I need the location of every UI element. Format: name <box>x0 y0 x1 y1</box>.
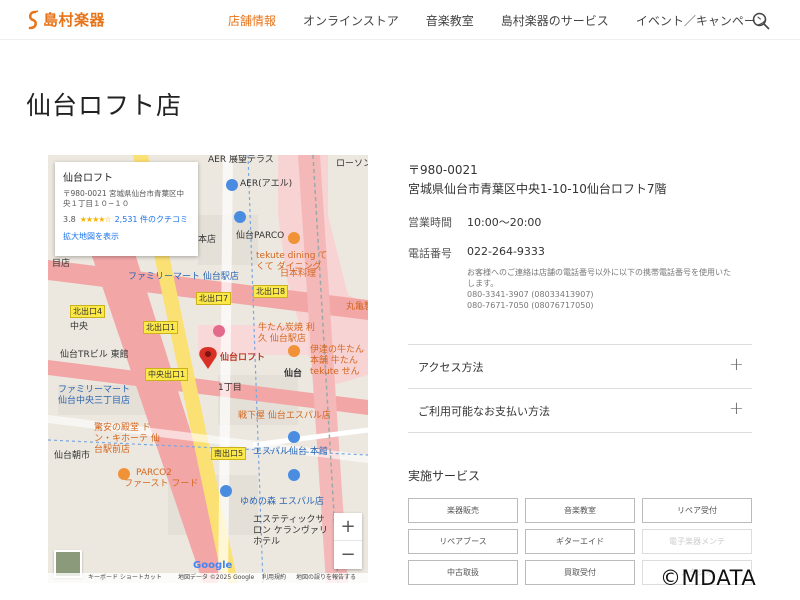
note-line: 080-7671-7050 (08076717050) <box>467 301 594 310</box>
hours-label: 営業時間 <box>408 216 452 229</box>
accordion-label: アクセス方法 <box>418 361 484 374</box>
card-address: 〒980-0021 宮城県仙台市青葉区中央１丁目１０−１０ <box>63 189 184 208</box>
plus-icon: + <box>728 354 744 375</box>
store-address: 宮城県仙台市青葉区中央1-10-10仙台ロフト7階 <box>408 182 667 196</box>
service-tag[interactable]: 買取受付 <box>525 560 635 585</box>
map-label-marumitsu: 丸亀製 <box>346 302 368 312</box>
service-tag[interactable]: 中古取扱 <box>408 560 518 585</box>
shopping-poi-icon <box>288 431 300 443</box>
map-label-sendai-parco: 仙台PARCO <box>236 231 285 241</box>
payment-accordion[interactable]: ご利用可能なお支払い方法 + <box>408 388 752 432</box>
contact-note: お客様へのご連絡は店舗の電話番号以外に以下の携帯電話番号を使用いた します。 0… <box>467 267 757 311</box>
shopping-poi-icon <box>226 179 238 191</box>
exit-north-8: 北出口8 <box>253 285 289 298</box>
service-tag[interactable]: リペア受付 <box>642 498 752 523</box>
map-label-honten: 本店 <box>198 235 217 245</box>
map-label-date-gyutan: 伊達の牛たん本舗 牛たん tekute せん <box>310 345 365 377</box>
page-title: 仙台ロフト店 <box>26 91 183 120</box>
zoom-out-button[interactable]: − <box>334 541 362 569</box>
reviews-link[interactable]: 2,531 件のクチコミ <box>115 214 188 225</box>
map-data-text: 地図データ ©2025 Google <box>178 574 255 581</box>
view-larger-map-link[interactable]: 拡大地図を表示 <box>63 231 190 242</box>
service-tag[interactable]: ギターエイド <box>525 529 635 554</box>
watermark: ©MDATA <box>660 566 757 590</box>
hours-value: 10:00〜20:00 <box>467 216 542 229</box>
exit-north-4: 北出口4 <box>70 305 106 318</box>
service-tag: 電子楽器メンテ <box>642 529 752 554</box>
shimamura-logo[interactable]: 島村楽器 <box>26 9 105 30</box>
map-label-esthe: エステティックサロン ケランヴァリ ホテル <box>253 515 328 547</box>
map-label-kura: 戦下屋 仙台エスパル店 <box>238 411 331 421</box>
nav-music-school[interactable]: 音楽教室 <box>426 12 474 29</box>
map-label-yumenomachi: ゆめの森 エスパル店 <box>240 497 324 507</box>
map-label-s-pal: エスパル仙台 本館 <box>253 447 328 457</box>
note-line: します。 <box>467 279 499 288</box>
search-icon[interactable] <box>752 12 770 30</box>
map-label-family-mart-chuo: ファミリーマート 仙台中央三丁目店 <box>58 385 131 406</box>
restaurant-poi-icon <box>118 468 130 480</box>
rating-value: 3.8 <box>63 215 76 224</box>
map-label-sendai-station: 仙台 <box>284 369 303 379</box>
google-logo-text: Google <box>193 560 233 571</box>
service-tag[interactable]: 音楽教室 <box>525 498 635 523</box>
card-title: 仙台ロフト <box>63 173 113 184</box>
map-label-lawson: ローソン <box>336 159 368 169</box>
exit-north-7: 北出口7 <box>196 292 232 305</box>
zoom-controls: + − <box>334 513 362 569</box>
map-label-family-mart-station: ファミリーマート 仙台駅店 <box>128 272 239 282</box>
report-error-link[interactable]: 地図の誤りを報告する <box>296 573 356 583</box>
restaurant-poi-icon <box>288 345 300 357</box>
nav-events[interactable]: イベント／キャンペーン <box>636 12 767 29</box>
card-rating: 3.8 ★★★★☆ 2,531 件のクチコミ <box>63 214 190 225</box>
divider <box>408 432 752 433</box>
logo-text: 島村楽器 <box>43 11 106 29</box>
exit-central-1: 中央出口1 <box>145 368 189 381</box>
plus-icon: + <box>728 398 744 419</box>
shopping-poi-icon <box>220 485 232 497</box>
terms-link[interactable]: 利用規約 <box>262 573 286 583</box>
note-line: お客様へのご連絡は店舗の電話番号以外に以下の携帯電話番号を使用いた <box>467 268 731 277</box>
site-header: 島村楽器 店舗情報 オンラインストア 音楽教室 島村楽器のサービス イベント／キ… <box>0 0 800 40</box>
map-label-donki: 驚安の殿堂 ドン・キホーテ 仙台駅前店 <box>94 423 160 455</box>
service-tag[interactable]: 楽器販売 <box>408 498 518 523</box>
map-info-card: 仙台ロフト 〒980-0021 宮城県仙台市青葉区中央１丁目１０−１０ 3.8 … <box>55 162 198 256</box>
map-label-parco2: PARCO2 <box>136 468 172 478</box>
main-nav: 店舗情報 オンラインストア 音楽教室 島村楽器のサービス イベント／キャンペーン <box>228 0 794 40</box>
map-label-icchome: 1丁目 <box>218 383 242 393</box>
map-label-aer-terrace: AER 展望テラス <box>208 155 274 165</box>
google-map[interactable]: AER 展望テラス ローソン AER(アエル) 本店 仙台PARCO tekut… <box>48 155 368 583</box>
google-logo: Google <box>193 560 232 571</box>
zoom-in-button[interactable]: + <box>334 513 362 541</box>
map-label-sendai-tr: 仙台TRビル 東館 <box>60 350 129 360</box>
exit-north-1: 北出口1 <box>143 321 179 334</box>
access-accordion[interactable]: アクセス方法 + <box>408 344 752 388</box>
map-label-chuo: 中央 <box>70 322 89 332</box>
phone-label: 電話番号 <box>408 247 452 260</box>
nav-services[interactable]: 島村楽器のサービス <box>501 12 609 29</box>
postal-code: 〒980-0021 <box>408 163 478 177</box>
services-heading: 実施サービス <box>408 469 481 483</box>
map-label-gyutan: 牛たん炭焼 利久 仙台駅店 <box>258 323 315 344</box>
accordion-label: ご利用可能なお支払い方法 <box>418 405 550 418</box>
shopping-poi-icon <box>234 211 246 223</box>
shopping-poi-icon <box>288 469 300 481</box>
phone-value[interactable]: 022-264-9333 <box>467 245 545 258</box>
exit-south-5: 南出口5 <box>211 447 247 460</box>
note-line: 080-3341-3907 (08033413907) <box>467 290 594 299</box>
map-label-sendai-asa: 仙台朝市 <box>54 451 91 461</box>
map-label-nihon-ryori: 日本料理 <box>280 269 317 279</box>
logo-mark-icon <box>26 9 40 30</box>
nav-online-store[interactable]: オンラインストア <box>303 12 399 29</box>
restaurant-poi-icon <box>288 232 300 244</box>
map-footer: キーボード ショートカット 地図データ ©2025 Google 利用規約 地図… <box>48 573 368 583</box>
star-rating-icon: ★★★★☆ <box>79 215 112 224</box>
map-label-mokume: 目店 <box>52 259 71 269</box>
shopping-poi-icon <box>213 325 225 337</box>
map-label-fast-food: ファースト フード <box>124 479 199 489</box>
service-tag[interactable]: リペアブース <box>408 529 518 554</box>
map-label-loft-pin: 仙台ロフト <box>220 353 266 363</box>
keyboard-shortcuts-link[interactable]: キーボード ショートカット <box>88 573 162 583</box>
map-label-aer: AER(アエル) <box>240 179 293 189</box>
nav-store-info[interactable]: 店舗情報 <box>228 12 276 29</box>
